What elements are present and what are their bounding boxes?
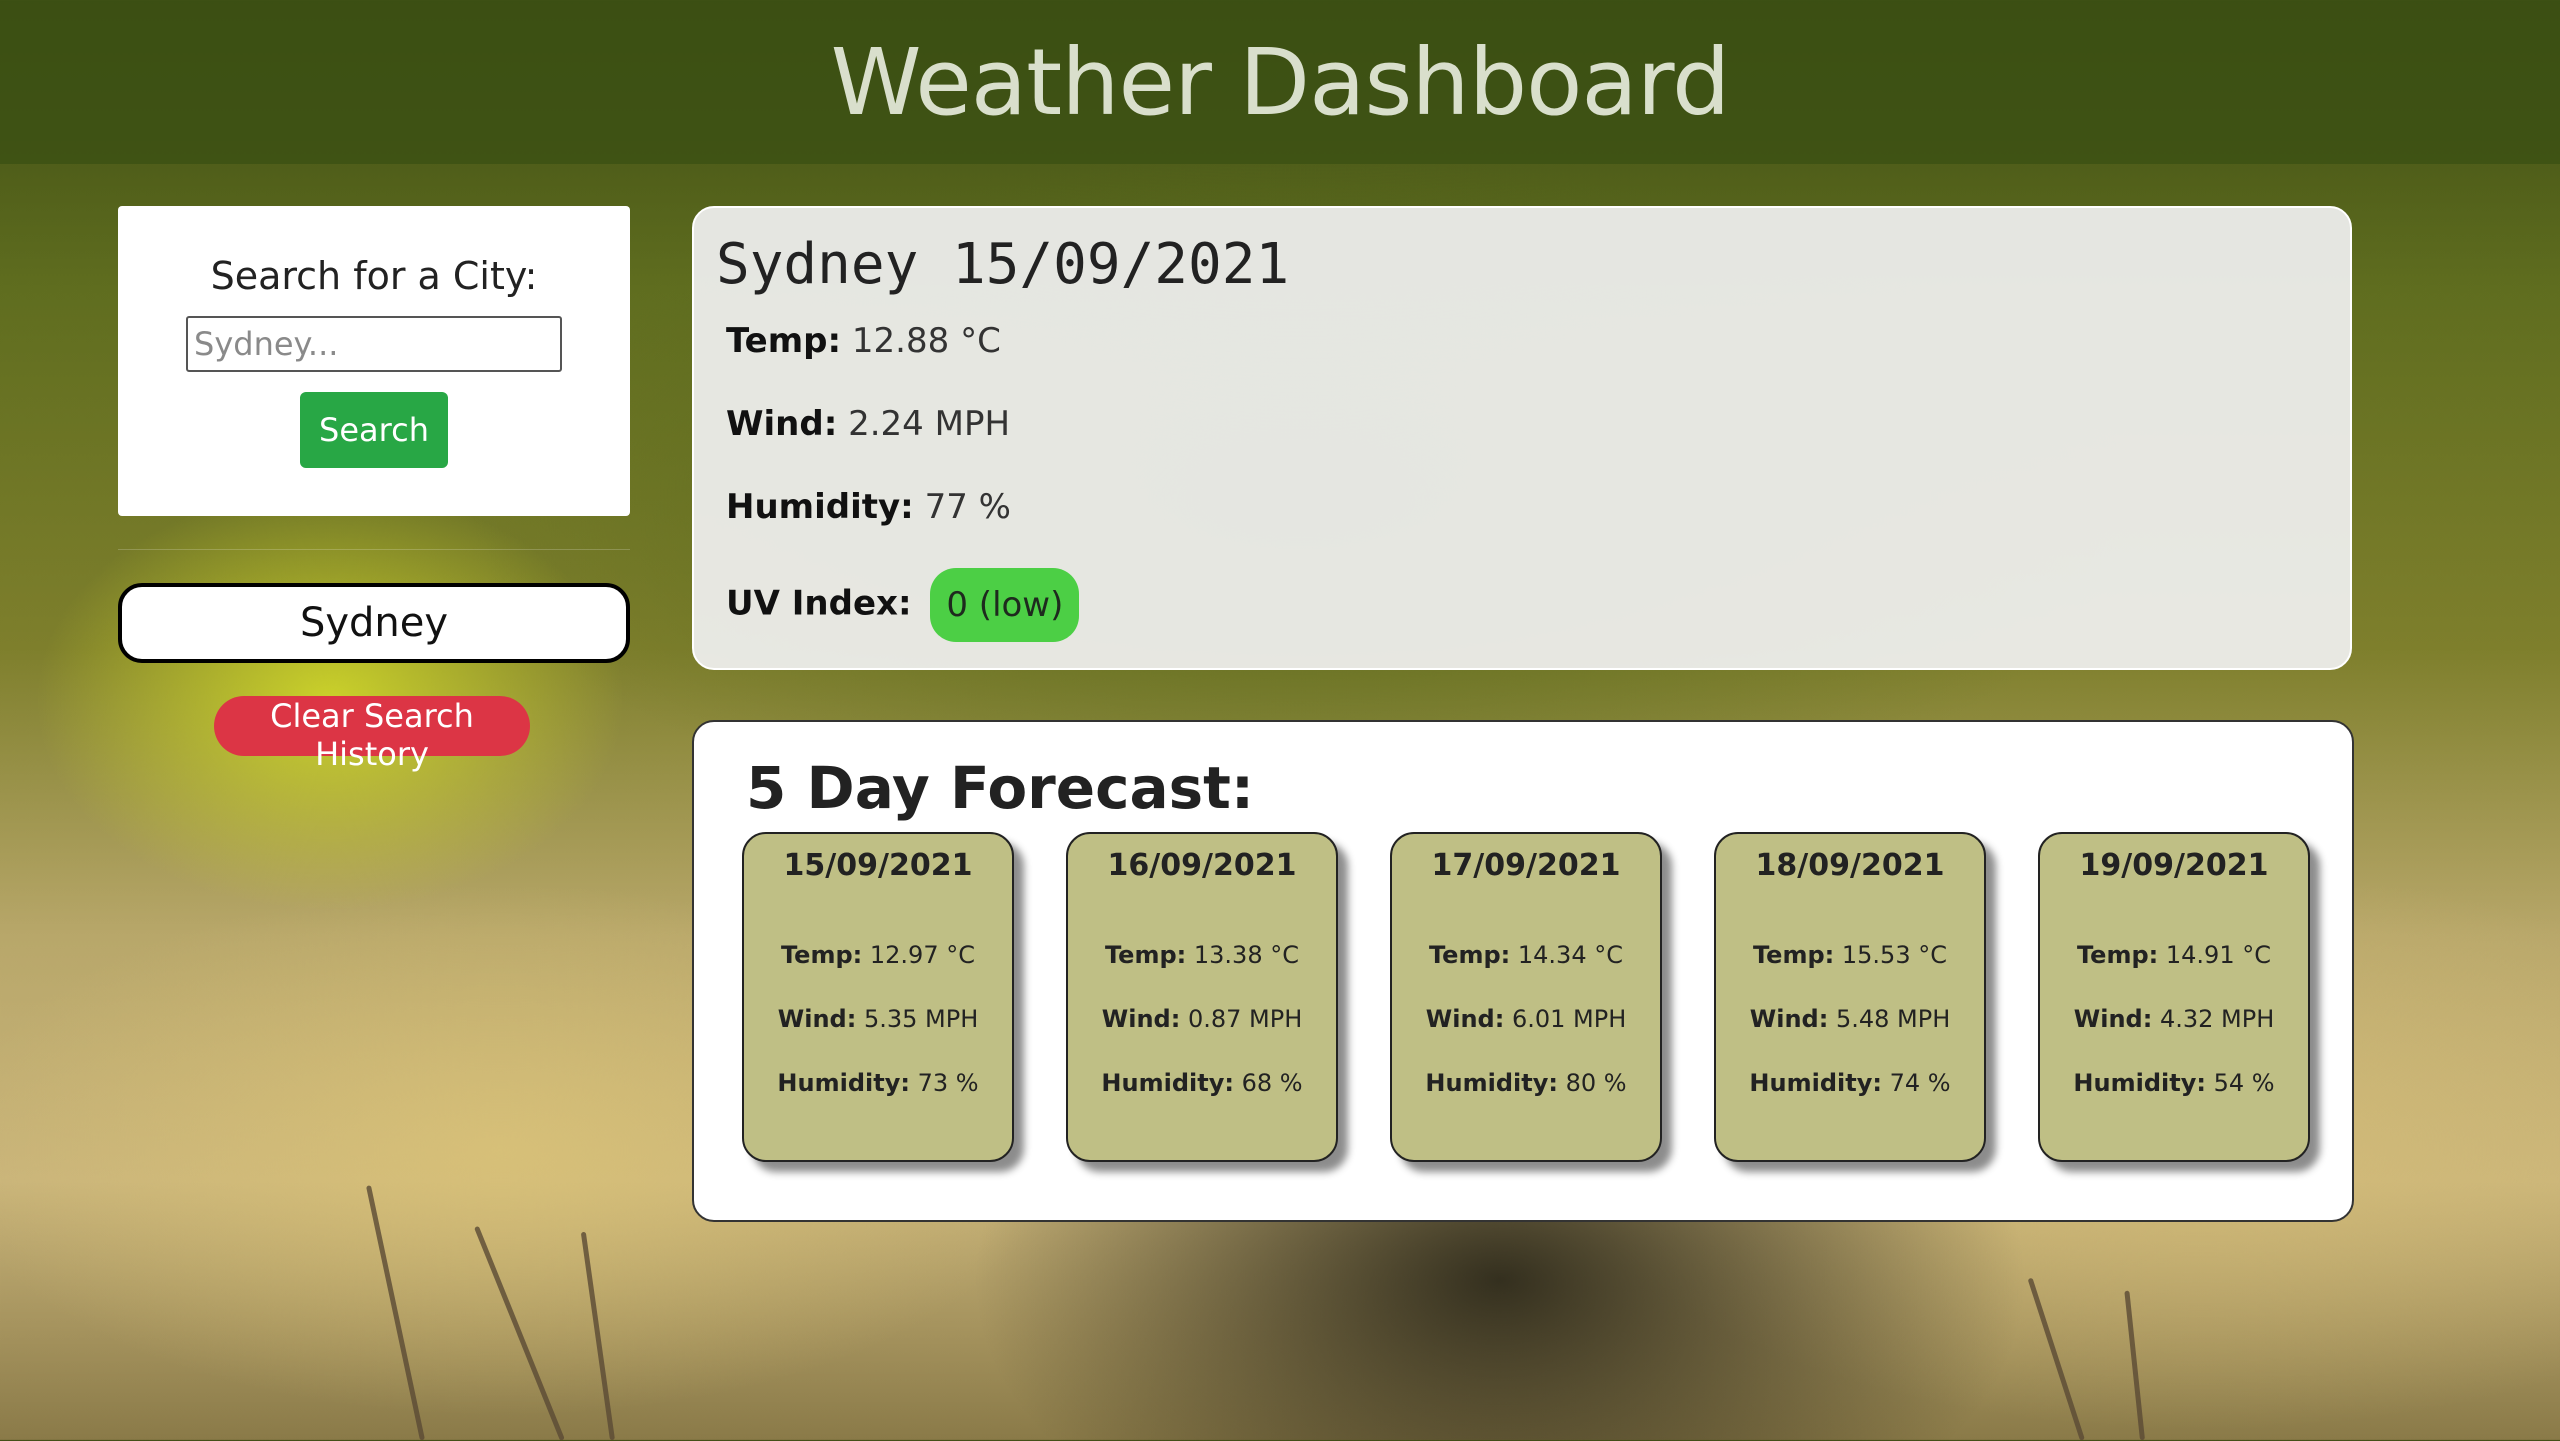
forecast-wind-label: Wind:	[777, 1005, 857, 1033]
forecast-temp-label: Temp:	[2077, 941, 2159, 969]
search-panel: Search for a City: Search	[118, 206, 630, 516]
current-temp-value: 12.88 °C	[851, 321, 1001, 361]
forecast-card: 18/09/2021 Temp: 15.53 °C Wind: 5.48 MPH…	[1714, 832, 1986, 1162]
forecast-humidity: Humidity: 80 %	[1392, 1069, 1660, 1097]
forecast-wind-value: 5.35 MPH	[863, 1005, 979, 1033]
search-label: Search for a City:	[210, 254, 538, 298]
forecast-date: 17/09/2021	[1431, 848, 1621, 883]
forecast-temp-label: Temp:	[1429, 941, 1511, 969]
forecast-temp-value: 15.53 °C	[1841, 941, 1947, 969]
forecast-humidity: Humidity: 54 %	[2040, 1069, 2308, 1097]
forecast-wind: Wind: 4.32 MPH	[2040, 1005, 2308, 1033]
uv-index-badge: 0 (low)	[930, 568, 1080, 642]
forecast-wind-value: 0.87 MPH	[1187, 1005, 1303, 1033]
forecast-humidity-value: 54 %	[2213, 1069, 2275, 1097]
forecast-date: 16/09/2021	[1107, 848, 1297, 883]
forecast-temp-value: 12.97 °C	[869, 941, 975, 969]
forecast-humidity-value: 68 %	[1241, 1069, 1303, 1097]
current-uv-label: UV Index:	[726, 583, 912, 624]
forecast-humidity-value: 80 %	[1565, 1069, 1627, 1097]
forecast-temp: Temp: 14.91 °C	[2040, 941, 2308, 969]
forecast-panel: 5 Day Forecast: 15/09/2021 Temp: 12.97 °…	[692, 720, 2354, 1222]
forecast-temp-value: 13.38 °C	[1193, 941, 1299, 969]
forecast-card: 15/09/2021 Temp: 12.97 °C Wind: 5.35 MPH…	[742, 832, 1014, 1162]
forecast-humidity-label: Humidity:	[1101, 1069, 1234, 1097]
current-temp-label: Temp:	[726, 321, 842, 361]
forecast-date: 19/09/2021	[2079, 848, 2269, 883]
forecast-wind-label: Wind:	[2073, 1005, 2153, 1033]
current-wind-label: Wind:	[726, 404, 838, 444]
forecast-wind-value: 5.48 MPH	[1835, 1005, 1951, 1033]
forecast-wind: Wind: 6.01 MPH	[1392, 1005, 1660, 1033]
forecast-humidity-label: Humidity:	[1425, 1069, 1558, 1097]
forecast-temp-value: 14.34 °C	[1517, 941, 1623, 969]
forecast-wind-label: Wind:	[1425, 1005, 1505, 1033]
forecast-temp-label: Temp:	[1105, 941, 1187, 969]
current-weather-card: Sydney 15/09/2021 Temp: 12.88 °C Wind: 2…	[692, 206, 2352, 670]
current-humidity-value: 77 %	[924, 487, 1011, 527]
current-wind: Wind: 2.24 MPH	[716, 402, 2350, 485]
forecast-card: 17/09/2021 Temp: 14.34 °C Wind: 6.01 MPH…	[1390, 832, 1662, 1162]
forecast-title: 5 Day Forecast:	[746, 754, 1255, 822]
forecast-date: 15/09/2021	[783, 848, 973, 883]
current-humidity-label: Humidity:	[726, 487, 914, 527]
city-search-input[interactable]	[186, 316, 562, 372]
history-item-sydney[interactable]: Sydney	[118, 583, 630, 663]
forecast-temp-label: Temp:	[1753, 941, 1835, 969]
forecast-temp: Temp: 12.97 °C	[744, 941, 1012, 969]
forecast-wind: Wind: 0.87 MPH	[1068, 1005, 1336, 1033]
page-title: Weather Dashboard	[830, 28, 1731, 136]
forecast-temp: Temp: 13.38 °C	[1068, 941, 1336, 969]
forecast-humidity: Humidity: 73 %	[744, 1069, 1012, 1097]
forecast-humidity-value: 74 %	[1889, 1069, 1951, 1097]
page-header: Weather Dashboard	[0, 0, 2560, 164]
forecast-humidity-label: Humidity:	[777, 1069, 910, 1097]
forecast-card: 19/09/2021 Temp: 14.91 °C Wind: 4.32 MPH…	[2038, 832, 2310, 1162]
forecast-wind-label: Wind:	[1101, 1005, 1181, 1033]
current-temp: Temp: 12.88 °C	[716, 319, 2350, 402]
forecast-temp-label: Temp:	[781, 941, 863, 969]
forecast-wind-label: Wind:	[1749, 1005, 1829, 1033]
forecast-humidity: Humidity: 74 %	[1716, 1069, 1984, 1097]
forecast-temp-value: 14.91 °C	[2165, 941, 2271, 969]
forecast-list: 15/09/2021 Temp: 12.97 °C Wind: 5.35 MPH…	[742, 832, 2310, 1162]
forecast-wind: Wind: 5.48 MPH	[1716, 1005, 1984, 1033]
current-humidity: Humidity: 77 %	[716, 485, 2350, 568]
forecast-temp: Temp: 15.53 °C	[1716, 941, 1984, 969]
forecast-card: 16/09/2021 Temp: 13.38 °C Wind: 0.87 MPH…	[1066, 832, 1338, 1162]
forecast-humidity: Humidity: 68 %	[1068, 1069, 1336, 1097]
forecast-temp: Temp: 14.34 °C	[1392, 941, 1660, 969]
clear-history-button[interactable]: Clear Search History	[214, 696, 530, 773]
forecast-humidity-value: 73 %	[917, 1069, 979, 1097]
forecast-wind-value: 4.32 MPH	[2159, 1005, 2275, 1033]
forecast-date: 18/09/2021	[1755, 848, 1945, 883]
forecast-humidity-label: Humidity:	[2073, 1069, 2206, 1097]
current-uv: UV Index: 0 (low)	[716, 568, 2350, 651]
current-city-date: Sydney 15/09/2021	[716, 232, 1290, 297]
forecast-wind: Wind: 5.35 MPH	[744, 1005, 1012, 1033]
forecast-humidity-label: Humidity:	[1749, 1069, 1882, 1097]
search-button[interactable]: Search	[300, 392, 448, 468]
current-wind-value: 2.24 MPH	[848, 404, 1011, 444]
divider	[118, 549, 630, 550]
forecast-wind-value: 6.01 MPH	[1511, 1005, 1627, 1033]
